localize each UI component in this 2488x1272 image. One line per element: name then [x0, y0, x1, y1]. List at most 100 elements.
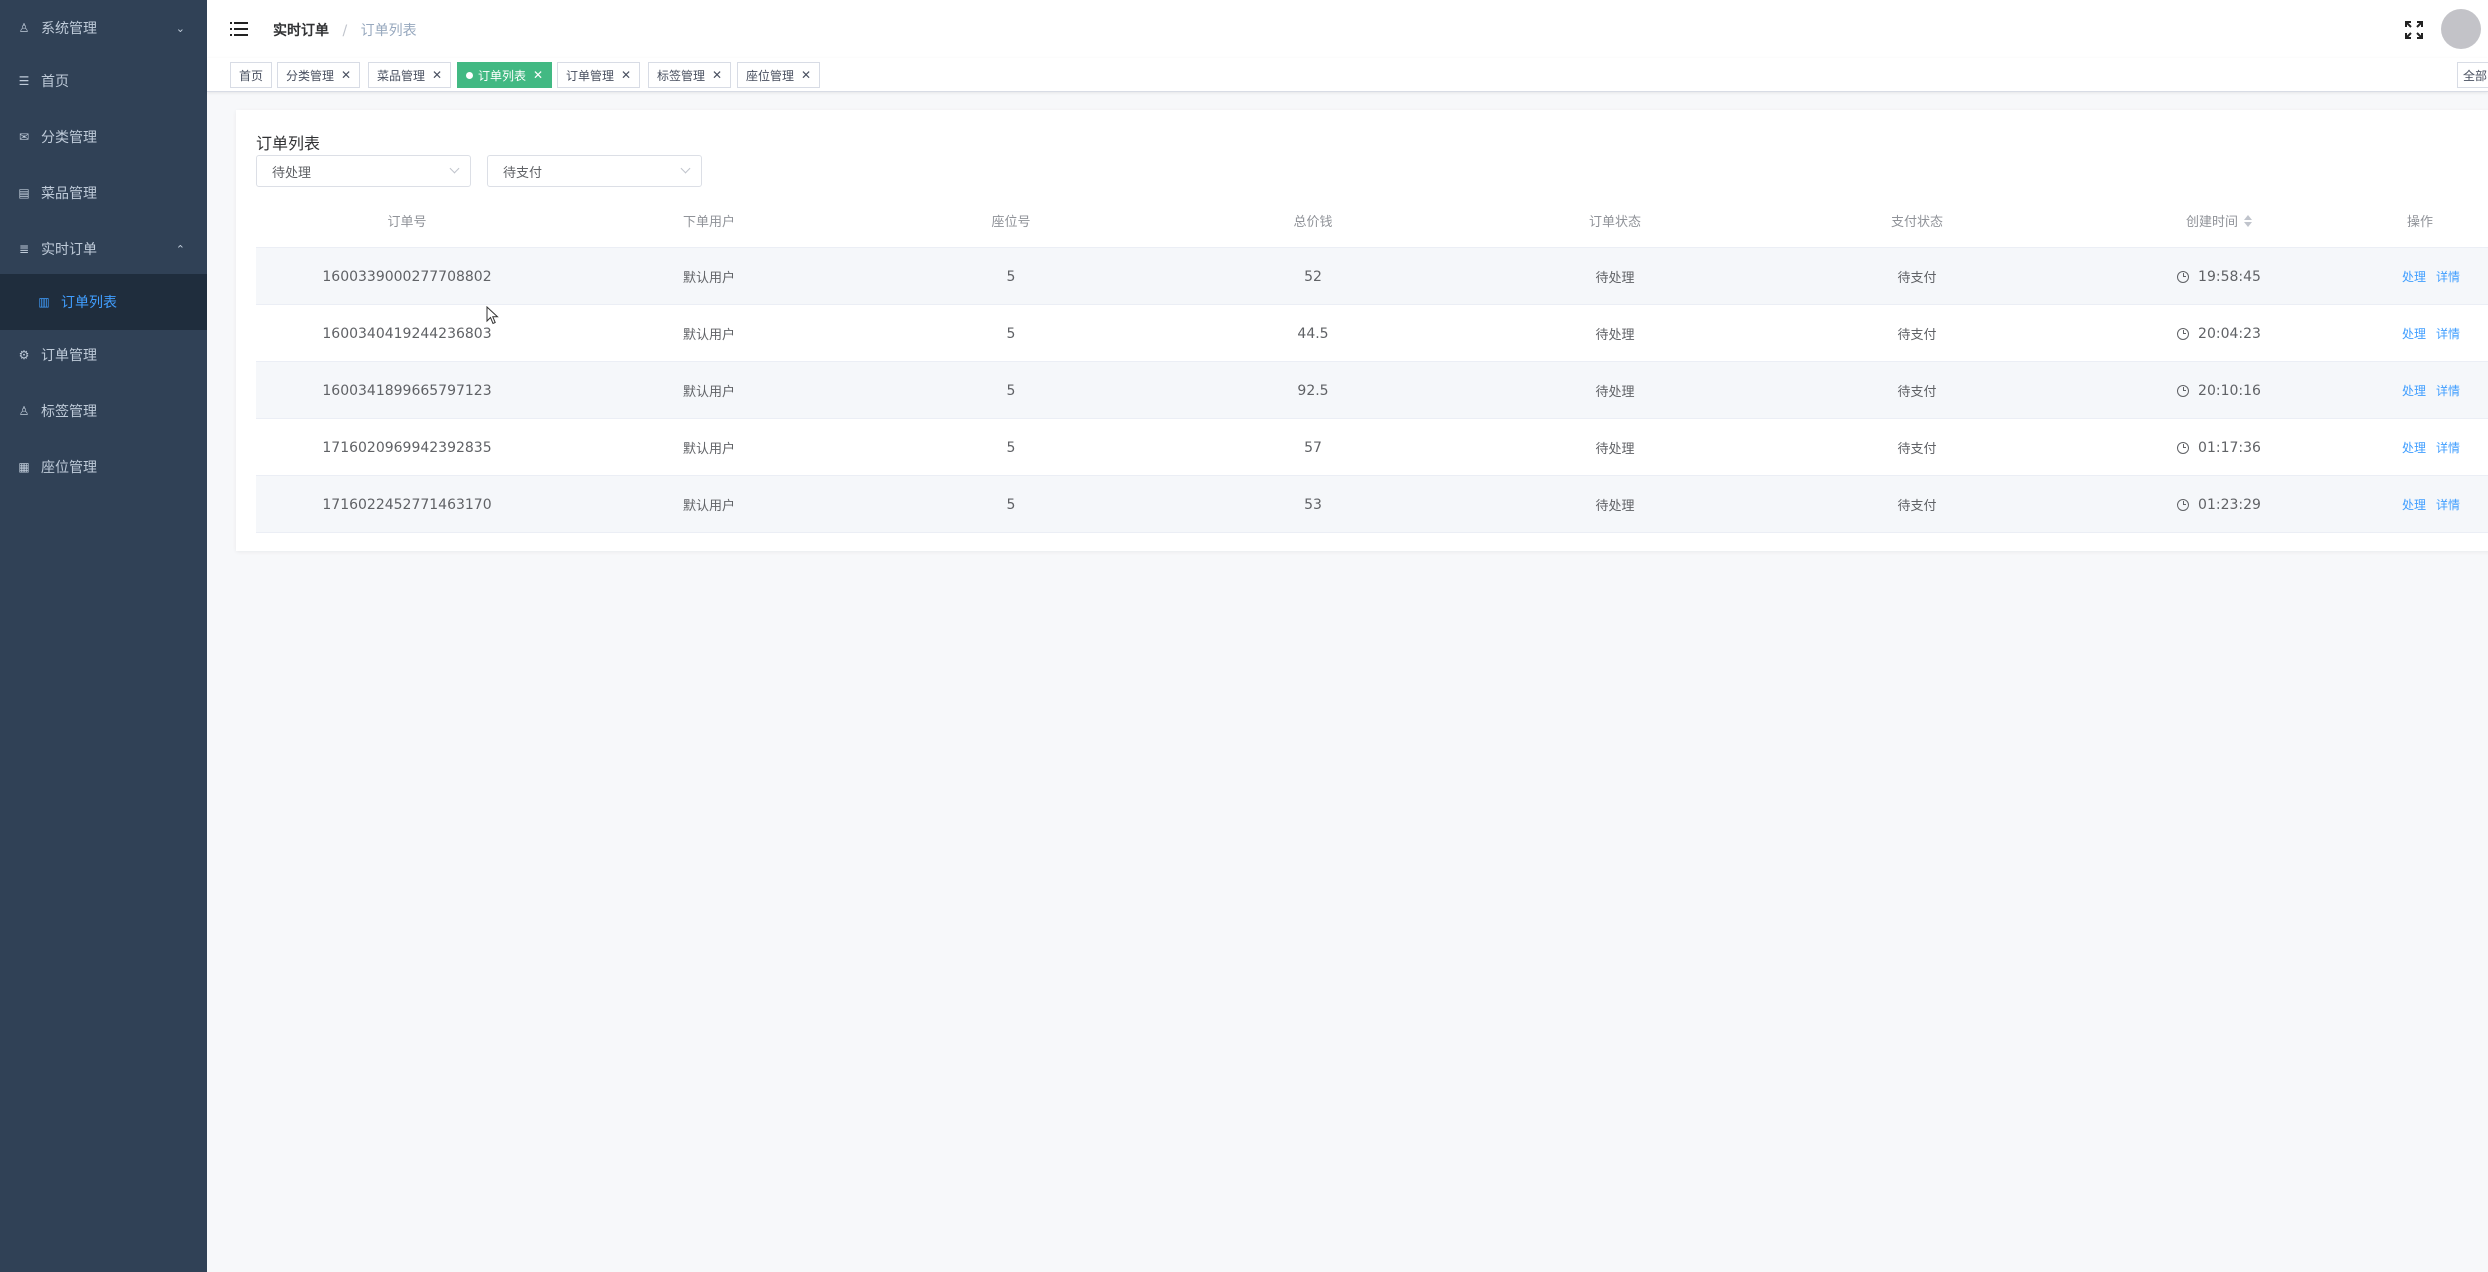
sidebar-item-label: 菜品管理: [41, 186, 97, 202]
mail-icon: ✉: [18, 130, 30, 144]
column-header-sortable[interactable]: 创建时间: [2068, 193, 2370, 248]
close-icon[interactable]: ✕: [533, 68, 543, 82]
detail-link[interactable]: 详情: [2436, 439, 2460, 456]
breadcrumb-item-current: 订单列表: [360, 23, 417, 39]
process-link[interactable]: 处理: [2402, 382, 2426, 399]
tag-label: 座位管理: [746, 68, 795, 83]
sidebar-item-label: 实时订单: [41, 242, 97, 258]
chevron-up-icon: ⌃: [175, 242, 185, 256]
created-time-text: 01:17:36: [2198, 439, 2261, 456]
process-link[interactable]: 处理: [2402, 325, 2426, 342]
detail-link[interactable]: 详情: [2436, 382, 2460, 399]
order-status-cell: 待处理: [1595, 499, 1635, 514]
pay-filter-select[interactable]: 待支付: [487, 155, 702, 187]
mouse-cursor-icon: [486, 306, 499, 325]
created-time-cell: 01:17:36: [2068, 419, 2370, 476]
tag-home[interactable]: 首页: [230, 62, 273, 88]
pay-status-cell: 待支付: [1897, 442, 1937, 457]
sidebar-item-label: 首页: [41, 74, 69, 90]
close-icon[interactable]: ✕: [712, 68, 722, 82]
tag-dish[interactable]: 菜品管理 ✕: [368, 62, 452, 88]
close-icon[interactable]: ✕: [621, 68, 631, 82]
breadcrumb-separator: /: [342, 23, 348, 39]
order-list-card: 订单列表 待处理 待支付 订单号 下单用户 座位号 总价钱 订单状态 支付状态 …: [236, 110, 2488, 551]
seat-cell: 5: [1006, 382, 1016, 399]
process-link[interactable]: 处理: [2402, 496, 2426, 513]
close-icon[interactable]: ✕: [341, 68, 351, 82]
close-icon[interactable]: ✕: [801, 68, 811, 82]
fullscreen-icon[interactable]: [2404, 20, 2424, 40]
active-dot-icon: [466, 71, 473, 79]
close-icon[interactable]: ✕: [432, 68, 442, 82]
tag-seat-manage[interactable]: 座位管理 ✕: [737, 62, 821, 88]
column-header: 订单状态: [1588, 215, 1641, 230]
price-cell: 57: [1304, 439, 1322, 456]
pay-status-cell: 待支付: [1897, 499, 1937, 514]
sidebar-item-realtime-order[interactable]: ≣ 实时订单 ⌃: [0, 221, 207, 277]
pay-status-cell: 待支付: [1897, 328, 1937, 343]
user-icon: ♙: [18, 21, 30, 35]
tag-label: 首页: [239, 68, 264, 83]
column-header: 操作: [2407, 215, 2434, 230]
sidebar-item-order-list[interactable]: ▥ 订单列表: [0, 274, 207, 330]
user-cell: 默认用户: [682, 385, 735, 400]
card-title: 订单列表: [256, 134, 321, 153]
order-number-cell: 1716020969942392835: [322, 439, 492, 456]
sidebar-item-label: 系统管理: [41, 21, 97, 37]
seat-cell: 5: [1006, 439, 1016, 456]
created-time-text: 01:23:29: [2198, 496, 2261, 513]
user-cell: 默认用户: [682, 499, 735, 514]
sort-icon[interactable]: [2244, 214, 2252, 227]
column-header: 订单号: [387, 215, 427, 230]
sidebar-item-home[interactable]: ☰ 首页: [0, 53, 207, 109]
detail-link[interactable]: 详情: [2436, 496, 2460, 513]
clock-icon: [2177, 441, 2190, 454]
status-filter-select[interactable]: 待处理: [256, 155, 471, 187]
detail-link[interactable]: 详情: [2436, 268, 2460, 285]
tag-category[interactable]: 分类管理 ✕: [277, 62, 361, 88]
seat-cell: 5: [1006, 325, 1016, 342]
tag-order-list[interactable]: 订单列表 ✕: [457, 62, 553, 88]
order-status-cell: 待处理: [1595, 385, 1635, 400]
sidebar-item-system[interactable]: ♙ 系统管理 ⌄: [0, 0, 207, 56]
sidebar-item-dish[interactable]: ▤ 菜品管理: [0, 165, 207, 221]
table-row[interactable]: 1716020969942392835 默认用户 5 57 待处理 待支付 01:17:36…: [256, 419, 2488, 476]
sidebar-item-label: 订单管理: [41, 348, 97, 364]
price-cell: 92.5: [1297, 382, 1329, 399]
select-value: 待支付: [503, 165, 543, 181]
actions-cell: 处理 详情: [2370, 476, 2488, 533]
table-row[interactable]: 1600341899665797123 默认用户 5 92.5 待处理 待支付 20:10:…: [256, 362, 2488, 419]
table-row[interactable]: 1600340419244236803 默认用户 5 44.5 待处理 待支付 20:04:…: [256, 305, 2488, 362]
price-cell: 52: [1304, 268, 1322, 285]
tag-tag-manage[interactable]: 标签管理 ✕: [648, 62, 732, 88]
process-link[interactable]: 处理: [2402, 268, 2426, 285]
chart-icon: ▥: [38, 295, 50, 309]
user-icon: ♙: [18, 404, 30, 418]
pay-status-cell: 待支付: [1897, 271, 1937, 286]
sidebar-item-label: 座位管理: [41, 460, 97, 476]
table-row[interactable]: 1600339000277708802 默认用户 5 52 待处理 待支付 19:58:45…: [256, 248, 2488, 305]
sidebar-item-category[interactable]: ✉ 分类管理: [0, 109, 207, 165]
sidebar-item-tag-manage[interactable]: ♙ 标签管理: [0, 383, 207, 439]
chevron-down-icon: [449, 163, 460, 174]
process-link[interactable]: 处理: [2402, 439, 2426, 456]
avatar[interactable]: [2441, 9, 2481, 49]
user-cell: 默认用户: [682, 328, 735, 343]
sidebar-item-seat-manage[interactable]: ▦ 座位管理: [0, 439, 207, 495]
table-row[interactable]: 1716022452771463170 默认用户 5 53 待处理 待支付 01:23:29…: [256, 476, 2488, 533]
breadcrumb-item[interactable]: 实时订单: [273, 23, 329, 39]
created-time-cell: 20:04:23: [2068, 305, 2370, 362]
created-time-text: 20:10:16: [2198, 382, 2261, 399]
hamburger-icon[interactable]: [230, 20, 248, 38]
chevron-down-icon: [680, 163, 691, 174]
created-time-cell: 20:10:16: [2068, 362, 2370, 419]
tag-order-manage[interactable]: 订单管理 ✕: [557, 62, 641, 88]
close-all-tags-button[interactable]: 全部: [2457, 62, 2488, 88]
sidebar-item-order-manage[interactable]: ⚙ 订单管理: [0, 327, 207, 383]
column-header: 座位号: [991, 215, 1031, 230]
tag-label: 标签管理: [657, 68, 706, 83]
actions-cell: 处理 详情: [2370, 362, 2488, 419]
detail-link[interactable]: 详情: [2436, 325, 2460, 342]
column-header: 支付状态: [1890, 215, 1943, 230]
user-cell: 默认用户: [682, 442, 735, 457]
